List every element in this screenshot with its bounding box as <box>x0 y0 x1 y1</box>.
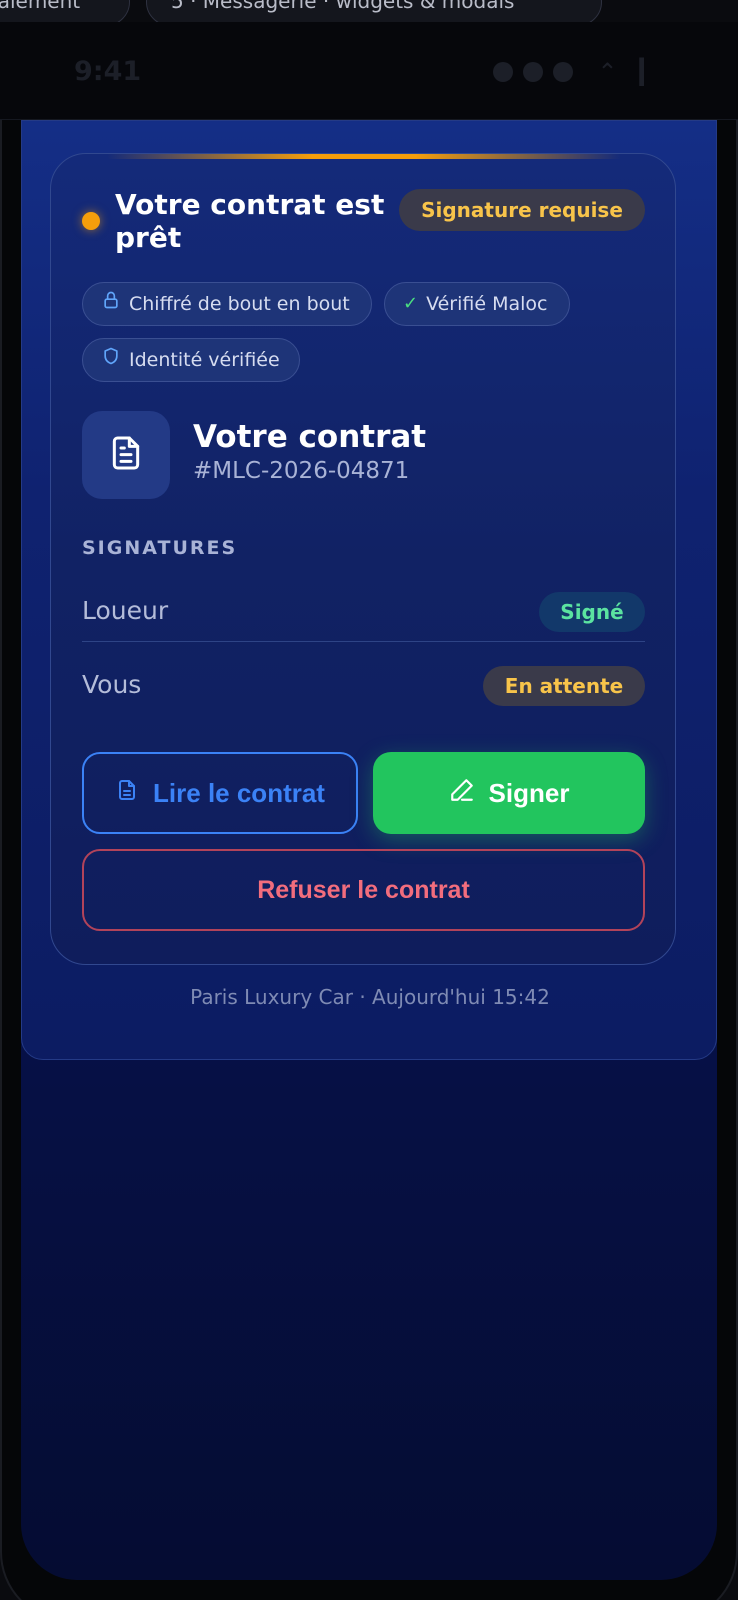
pending-badge: En attente <box>483 666 645 706</box>
status-time: 9:41 <box>74 56 142 87</box>
sign-button[interactable]: Signer <box>373 752 645 834</box>
document-id: #MLC-2026-04871 <box>193 458 410 484</box>
refuse-contract-button[interactable]: Refuser le contrat <box>82 849 645 931</box>
signal-dot-icon <box>493 62 514 82</box>
message-meta: Paris Luxury Car · Aujourd'hui 15:42 <box>190 985 550 1009</box>
chip-identity: Identité vérifiée <box>82 338 300 382</box>
tab-label: 5 · Messagerie · widgets & modals <box>171 0 515 13</box>
status-bar: 9:41 ⌃ ▎ <box>0 22 738 120</box>
chip-verified: ✓ Vérifié Maloc <box>384 282 570 326</box>
pen-icon <box>449 777 475 810</box>
signal-dot-icon <box>523 62 544 82</box>
shield-icon <box>101 339 121 381</box>
battery-icon: ▎ <box>639 58 658 86</box>
status-dot <box>82 212 100 230</box>
chip-label: Vérifié Maloc <box>426 293 548 315</box>
contract-widget: Votre contrat est prêt Signature requise… <box>21 120 717 1060</box>
stage: paiement 5 · Messagerie · widgets & moda… <box>0 0 738 1600</box>
chip-label: Chiffré de bout en bout <box>129 293 350 315</box>
wifi-icon: ⌃ <box>597 58 618 86</box>
signature-row-vous: Vous En attente <box>82 656 645 716</box>
contract-status-title: Votre contrat est prêt <box>115 188 385 254</box>
chip-label: Identité vérifiée <box>129 349 280 371</box>
card-accent-line <box>107 154 621 159</box>
signatures-heading: SIGNATURES <box>82 537 238 559</box>
read-contract-button[interactable]: Lire le contrat <box>82 752 358 834</box>
document-title: Votre contrat <box>193 419 427 455</box>
signature-party: Vous <box>82 670 142 699</box>
read-contract-label: Lire le contrat <box>153 777 325 808</box>
document-icon <box>106 433 146 477</box>
tab-label: paiement <box>0 0 81 13</box>
signed-badge: Signé <box>539 592 645 632</box>
status-icons: ⌃ ▎ <box>493 58 658 86</box>
document-tile <box>82 411 170 499</box>
signal-dot-icon <box>553 62 574 82</box>
signature-row-loueur: Loueur Signé <box>82 582 645 642</box>
check-icon: ✓ <box>403 293 419 314</box>
sign-label: Signer <box>488 777 570 808</box>
contract-card: Votre contrat est prêt Signature requise… <box>50 153 676 965</box>
lock-icon <box>101 283 121 325</box>
chat-screen: Votre contrat est prêt Signature requise… <box>21 120 717 1580</box>
chip-encrypted: Chiffré de bout en bout <box>82 282 372 326</box>
document-icon <box>115 778 139 809</box>
signature-party: Loueur <box>82 596 169 625</box>
signature-required-badge: Signature requise <box>399 189 645 231</box>
